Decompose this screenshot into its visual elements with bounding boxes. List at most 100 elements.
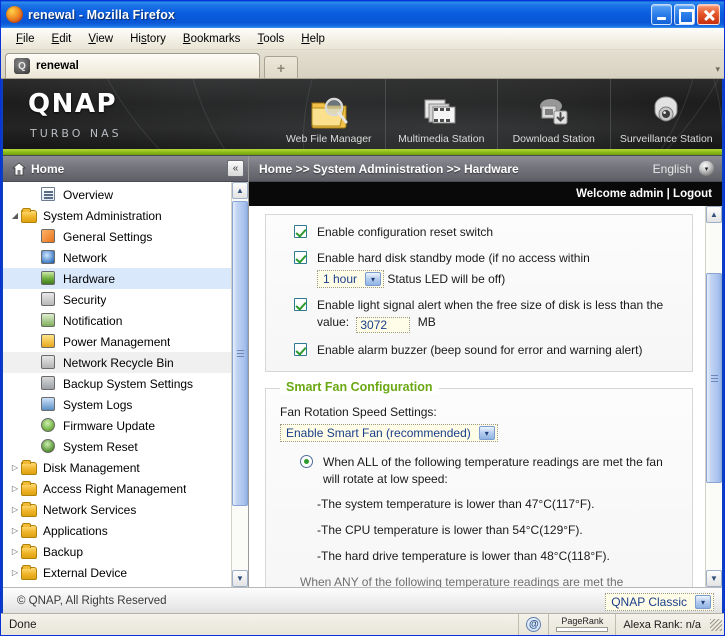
minimize-button[interactable] (651, 4, 672, 25)
sidebar-scroll-down-button[interactable]: ▼ (232, 570, 248, 587)
sidebar-item-security[interactable]: Security (3, 289, 231, 310)
hardware-icon-glyph (41, 271, 55, 285)
content-scroll-track[interactable] (706, 223, 722, 570)
menu-help[interactable]: Help (293, 31, 334, 47)
temperature-condition: -The hard drive temperature is lower tha… (317, 549, 610, 563)
content-scrollbar[interactable]: ▲ ▼ (705, 206, 722, 587)
twisty-icon[interactable]: ▷ (9, 568, 21, 577)
select-standby-duration[interactable]: 1 hour ▾ (317, 270, 385, 288)
folder-icon (21, 502, 38, 517)
new-tab-button[interactable]: + (264, 56, 298, 78)
sidebar-item-label: System Reset (63, 439, 138, 454)
tab-list-chevron-down-icon[interactable]: ▾ (715, 64, 720, 75)
sidebar-item-applications[interactable]: ▷ Applications (3, 520, 231, 541)
security-icon (41, 292, 58, 307)
twisty-icon[interactable]: ▷ (9, 547, 21, 556)
twisty-icon[interactable]: ◢ (9, 211, 21, 220)
close-button[interactable] (697, 4, 720, 25)
sidebar-item-system-administration[interactable]: ◢ System Administration (3, 205, 231, 226)
sidebar-item-system-logs[interactable]: System Logs (3, 394, 231, 415)
smart-fan-fieldset: Smart Fan Configuration Fan Rotation Spe… (265, 380, 693, 587)
sidebar-body: Overview ◢ System Administration General Se… (3, 182, 248, 587)
security-icon-glyph (41, 292, 55, 306)
sidebar-item-access-right-management[interactable]: ▷ Access Right Management (3, 478, 231, 499)
sidebar-item-network-recycle-bin[interactable]: Network Recycle Bin (3, 352, 231, 373)
status-addon-at[interactable]: @ (518, 614, 548, 635)
content-scroll-thumb[interactable] (706, 273, 722, 483)
checkbox-alarm-buzzer[interactable] (294, 343, 307, 356)
chevron-down-icon[interactable]: ▾ (478, 426, 495, 440)
sidebar-item-label: System Logs (63, 397, 133, 412)
overview-icon (41, 187, 58, 202)
sidebar-item-label: System Administration (43, 208, 162, 223)
sidebar-item-hardware[interactable]: Hardware (3, 268, 231, 289)
reset-icon-glyph (41, 439, 55, 453)
select-fan-rotation-speed[interactable]: Enable Smart Fan (recommended) ▾ (280, 424, 498, 442)
menu-history[interactable]: History (122, 31, 175, 47)
checkbox-configuration-reset-switch[interactable] (294, 225, 307, 238)
camera-icon (646, 90, 686, 130)
sidebar-item-power-management[interactable]: Power Management (3, 331, 231, 352)
sidebar-item-firmware-update[interactable]: Firmware Update (3, 415, 231, 436)
banner-app-download-station[interactable]: Download Station (497, 79, 610, 149)
sidebar-header: Home « (3, 156, 248, 182)
banner-app-multimedia-station[interactable]: Multimedia Station (384, 79, 498, 149)
banner-app-web-file-manager[interactable]: Web File Manager (273, 79, 385, 149)
sidebar-item-general-settings[interactable]: General Settings (3, 226, 231, 247)
menu-edit[interactable]: Edit (44, 31, 81, 47)
logs-icon (41, 397, 58, 412)
menu-file[interactable]: File (8, 31, 44, 47)
sidebar-item-backup-system-settings[interactable]: Backup System Settings (3, 373, 231, 394)
twisty-icon[interactable]: ▷ (9, 463, 21, 472)
sidebar-item-notification[interactable]: Notification (3, 310, 231, 331)
pagerank-label: PageRank (561, 616, 604, 626)
twisty-icon[interactable]: ▷ (9, 526, 21, 535)
sidebar-scrollbar[interactable]: ▲ ▼ (231, 182, 248, 587)
sidebar-item-overview[interactable]: Overview (3, 184, 231, 205)
sidebar-item-system-reset[interactable]: System Reset (3, 436, 231, 457)
tab-renewal[interactable]: Q renewal (5, 53, 260, 78)
radio-all-temperature-readings[interactable] (300, 455, 313, 468)
sidebar-scroll-track[interactable] (232, 199, 248, 570)
sidebar-item-disk-management[interactable]: ▷ Disk Management (3, 457, 231, 478)
sidebar-scroll-up-button[interactable]: ▲ (232, 182, 248, 199)
sidebar-scroll-thumb[interactable] (232, 201, 248, 506)
sidebar-item-network[interactable]: Network (3, 247, 231, 268)
radio-row-all-conditions[interactable]: When ALL of the following temperature re… (278, 454, 680, 488)
maximize-button[interactable] (674, 4, 695, 25)
sidebar-collapse-button[interactable]: « (227, 160, 244, 177)
sidebar-item-external-device[interactable]: ▷ External Device (3, 562, 231, 583)
resize-grip-icon[interactable] (710, 618, 722, 631)
reset-icon (41, 439, 58, 454)
twisty-icon[interactable]: ▷ (9, 484, 21, 493)
chevron-down-icon[interactable]: ▾ (365, 272, 382, 286)
option-row-hdd-standby[interactable]: Enable hard disk standby mode (if no acc… (278, 250, 680, 288)
sidebar-item-backup[interactable]: ▷ Backup (3, 541, 231, 562)
checkbox-light-signal-alert[interactable] (294, 298, 307, 311)
welcome-logout[interactable]: Welcome admin | Logout (576, 188, 712, 200)
scroll-grip-icon (236, 350, 244, 357)
status-addon-alexa[interactable]: Alexa Rank: n/a (615, 614, 708, 635)
checkbox-hard-disk-standby[interactable] (294, 251, 307, 264)
select-theme[interactable]: QNAP Classic ▾ (605, 593, 714, 611)
status-addon-pagerank[interactable]: PageRank (548, 614, 615, 635)
content-scroll-up-button[interactable]: ▲ (706, 206, 722, 223)
folder-icon-glyph (21, 481, 37, 496)
option-row-reset-switch[interactable]: Enable configuration reset switch (278, 224, 680, 241)
sidebar-item-network-services[interactable]: ▷ Network Services (3, 499, 231, 520)
menu-tools[interactable]: Tools (249, 31, 293, 47)
language-chevron-down-icon[interactable]: ▾ (699, 161, 714, 176)
folder-icon-glyph (21, 565, 37, 580)
chevron-down-icon[interactable]: ▾ (695, 595, 711, 609)
option-row-alarm-buzzer[interactable]: Enable alarm buzzer (beep sound for erro… (278, 342, 680, 359)
input-free-size-threshold[interactable]: 3072 (356, 317, 411, 333)
twisty-icon[interactable]: ▷ (9, 505, 21, 514)
user-bar: Welcome admin | Logout (249, 182, 722, 206)
menu-view[interactable]: View (80, 31, 122, 47)
option-row-light-signal[interactable]: Enable light signal alert when the free … (278, 297, 680, 333)
overview-icon-glyph (41, 187, 55, 201)
menu-bookmarks[interactable]: Bookmarks (175, 31, 250, 47)
banner-app-surveillance-station[interactable]: Surveillance Station (609, 79, 723, 149)
content-scroll-down-button[interactable]: ▼ (706, 570, 722, 587)
browser-window: renewal - Mozilla Firefox File Edit View… (0, 0, 725, 636)
